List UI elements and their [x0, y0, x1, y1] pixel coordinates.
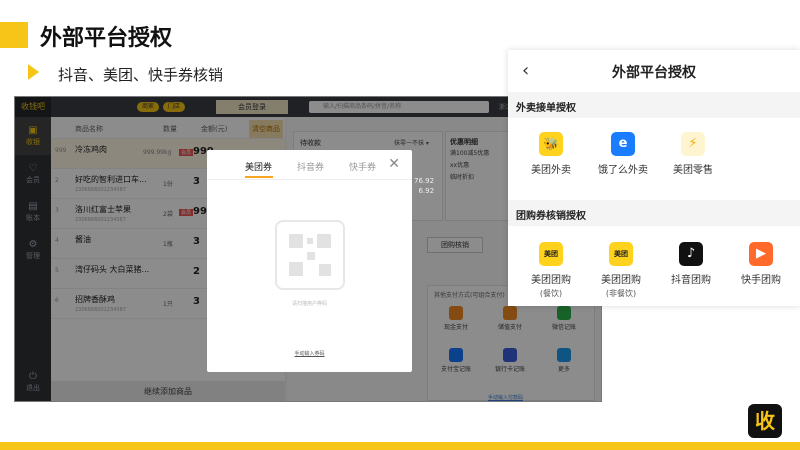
active-tab-indicator	[245, 176, 273, 178]
qr-pattern	[289, 234, 331, 276]
platform-sub: (餐饮)	[539, 289, 563, 298]
mobile-title: 外部平台授权	[612, 65, 696, 81]
platform-label: 饿了么外卖	[598, 165, 648, 176]
tab-douyin-coupon[interactable]: 抖音券	[297, 160, 324, 173]
bullet-arrow-icon	[28, 64, 39, 80]
eleme-button[interactable]: e 饿了么外卖	[588, 132, 658, 176]
meituan-groupbuy-icon: 美团	[609, 242, 633, 266]
qr-scan-icon	[275, 220, 345, 290]
platform-label: 美团外卖	[531, 165, 571, 176]
section-delivery: 外卖接单授权	[508, 92, 800, 118]
scan-hint: 请扫描用户券码	[291, 301, 327, 307]
promo-value: 6.92	[418, 187, 435, 195]
meituan-groupbuy-icon: 美团	[539, 242, 563, 266]
coupon-scan-dialog: 美团券 抖音券 快手券 ✕ 请扫描用户券码 手动输入券码	[207, 150, 412, 372]
kuaishou-icon: ▶	[749, 242, 773, 266]
douyin-icon: ♪	[679, 242, 703, 266]
meituan-retail-button[interactable]: ⚡ 美团零售	[658, 132, 728, 176]
platform-label: 抖音团购	[671, 275, 711, 286]
meituan-groupbuy-nondining-button[interactable]: 美团 美团团购 (非餐饮)	[586, 242, 656, 299]
meituan-waimai-button[interactable]: 🐝 美团外卖	[516, 132, 586, 176]
close-icon[interactable]: ✕	[388, 156, 400, 172]
kuaishou-groupbuy-button[interactable]: ▶ 快手团购	[726, 242, 796, 286]
promo-values: 76.92 6.92	[414, 176, 434, 196]
meituan-retail-icon: ⚡	[681, 132, 705, 156]
platform-label: 快手团购	[741, 275, 781, 286]
slide-subtitle: 抖音、美团、快手券核销	[58, 66, 224, 84]
slide-title: 外部平台授权	[40, 26, 173, 51]
eleme-icon: e	[611, 132, 635, 156]
mobile-auth-screen: ‹ 外部平台授权 外卖接单授权 🐝 美团外卖 e 饿了么外卖 ⚡ 美团零售 团购…	[508, 50, 800, 306]
platform-label: 美团零售	[673, 165, 713, 176]
footer-bar	[0, 442, 800, 450]
meituan-groupbuy-dining-button[interactable]: 美团 美团团购 (餐饮)	[516, 242, 586, 299]
section-title: 团购券核销授权	[516, 211, 586, 222]
promo-value: 76.92	[414, 177, 435, 185]
meituan-waimai-icon: 🐝	[539, 132, 563, 156]
platform-label: 美团团购	[531, 275, 571, 286]
tab-kuaishou-coupon[interactable]: 快手券	[349, 160, 376, 173]
section-groupbuy: 团购券核销授权	[508, 200, 800, 226]
tab-meituan-coupon[interactable]: 美团券	[245, 160, 272, 173]
title-accent-bar	[0, 22, 28, 48]
platform-label: 美团团购	[601, 275, 641, 286]
section-title: 外卖接单授权	[516, 103, 576, 114]
divider	[207, 179, 412, 180]
douyin-groupbuy-button[interactable]: ♪ 抖音团购	[656, 242, 726, 286]
platform-sub: (非餐饮)	[605, 289, 637, 298]
manual-coupon-link[interactable]: 手动输入券码	[207, 350, 412, 357]
brand-logo: 收	[748, 404, 782, 438]
